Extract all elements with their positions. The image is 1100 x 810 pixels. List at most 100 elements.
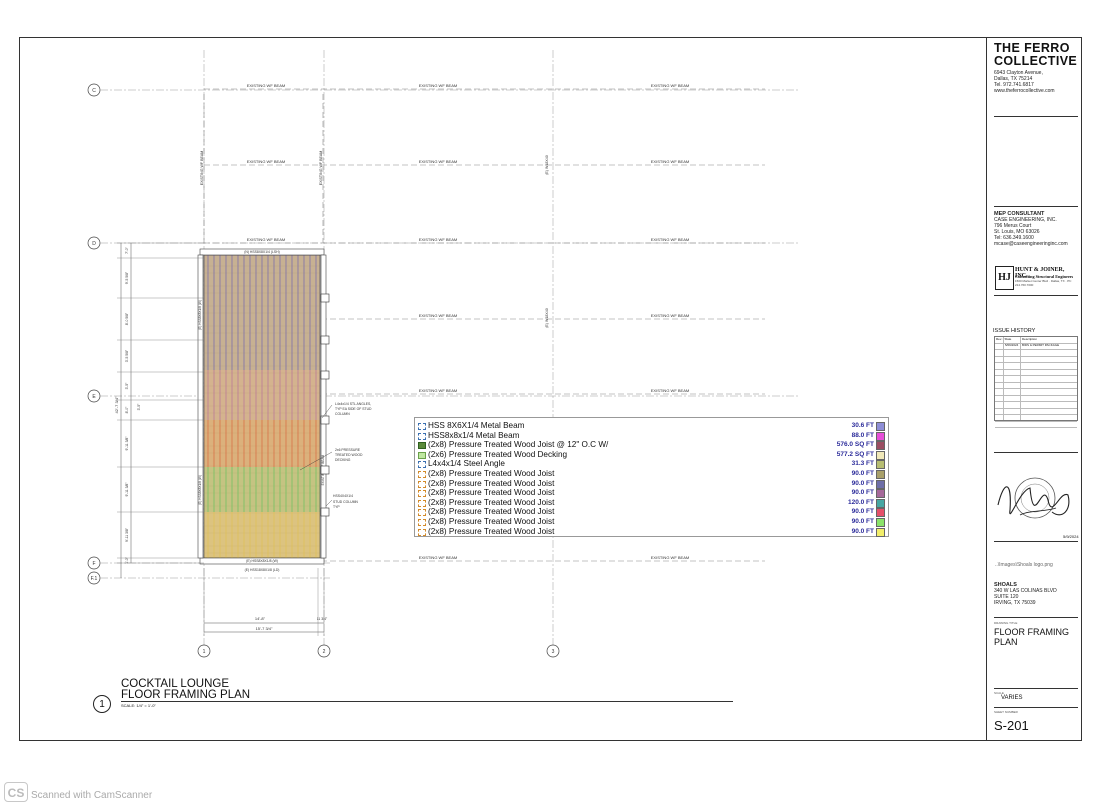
divider bbox=[994, 541, 1078, 542]
legend-label: (2x8) Pressure Treated Wood Joist @ 12" … bbox=[428, 440, 609, 450]
plan-number-bubble: 1 bbox=[93, 695, 111, 713]
callout-decking: DECKING bbox=[335, 458, 351, 462]
beam-label: (E) HSS8X8X1/8 (W) bbox=[198, 300, 202, 330]
angle-icon bbox=[418, 461, 426, 469]
grid-col-label: 2 bbox=[323, 649, 326, 655]
existing-beam-label: EXISTING WF BEAM bbox=[419, 555, 457, 560]
legend-value: 90.0 FT bbox=[851, 470, 874, 477]
scale-value: VARIES bbox=[1001, 695, 1023, 701]
divider bbox=[994, 617, 1078, 618]
legend-swatch bbox=[876, 441, 885, 451]
legend-value: 577.2 SQ FT bbox=[836, 450, 874, 458]
legend-label: (2x8) Pressure Treated Wood Joist bbox=[428, 526, 555, 536]
existing-beam-label: EXISTING WF BEAM bbox=[319, 151, 323, 186]
dimension-text: 3'-5" bbox=[137, 403, 141, 411]
issue-desc: BIDS & PERMIT PACKAGE bbox=[1022, 343, 1060, 347]
plan-title-underline bbox=[121, 701, 733, 702]
existing-beam-label: EXISTING WF BEAM bbox=[200, 151, 204, 186]
grid-col-label: 3 bbox=[552, 649, 555, 655]
legend-swatch bbox=[876, 518, 885, 527]
firm-address: 6943 Clayton Avenue, Dallas, TX 75214 Te… bbox=[994, 70, 1055, 94]
callout-angles: L4x4x1/4 STL ANGLES, bbox=[335, 402, 371, 406]
existing-beam-label: EXISTING WF BEAM bbox=[419, 388, 457, 393]
dimension-text: 9'-5 5/8" bbox=[125, 271, 129, 284]
sheet-number-label: SHEET NUMBER bbox=[994, 710, 1018, 714]
joist-icon bbox=[418, 480, 426, 488]
issue-col-divider bbox=[1003, 337, 1004, 420]
stud-column bbox=[320, 370, 330, 380]
divider bbox=[994, 707, 1078, 708]
dimension-flange: 11 3/4" bbox=[317, 617, 328, 621]
legend-label: HSS 8X6X1/4 Metal Beam bbox=[428, 421, 525, 430]
divider bbox=[994, 116, 1078, 117]
callout-angles: TYP EA SIDE OF STUD bbox=[335, 407, 372, 411]
camscanner-logo-icon: CS bbox=[4, 782, 28, 802]
beam-label: (E) HSS8X8X1/8 (W) bbox=[198, 475, 202, 505]
drawing-title-label: DRAWING TITLE bbox=[994, 621, 1018, 625]
legend-label: (2x8) Pressure Treated Wood Joist bbox=[428, 488, 555, 498]
legend-value: 30.6 FT bbox=[851, 422, 874, 429]
legend-value: 88.0 FT bbox=[851, 431, 874, 439]
firm-name-line2: COLLECTIVE bbox=[994, 54, 1078, 68]
callout-stud: STUD COLUMN bbox=[333, 500, 358, 504]
legend-value: 90.0 FT bbox=[851, 489, 874, 497]
leader-line bbox=[325, 499, 333, 507]
existing-beam-label: EXISTING WF BEAM bbox=[651, 388, 689, 393]
grid-col-label: 1 bbox=[203, 649, 206, 655]
dimension-text: 8'-0 5/8" bbox=[125, 312, 129, 325]
plan-title: COCKTAIL LOUNGE FLOOR FRAMING PLAN bbox=[121, 678, 251, 701]
joist-icon bbox=[418, 528, 426, 536]
legend-label: L4x4x1/4 Steel Angle bbox=[428, 459, 505, 469]
callout-decking: 2x6 PRESSURE bbox=[335, 448, 361, 452]
material-legend: HSS 8X6X1/4 Metal Beam 30.6 FT HSS8x8x1/4 … bbox=[414, 417, 889, 537]
issue-row bbox=[995, 422, 1077, 428]
dimension-text: 9'-11 3/8" bbox=[125, 527, 129, 542]
existing-beam-label: EXISTING WF BEAM bbox=[651, 237, 689, 242]
legend-value: 90.0 FT bbox=[851, 479, 874, 487]
dimension-text: 3'-5" bbox=[125, 382, 129, 390]
existing-beam-label: EXISTING WF BEAM bbox=[651, 83, 689, 88]
callout-decking: TREATED WOOD bbox=[335, 453, 363, 457]
dimension-text: 3'-5 5/8" bbox=[125, 349, 129, 362]
issue-date: 5/09/2024 bbox=[1005, 343, 1019, 347]
drawing-title: FLOOR FRAMING PLAN bbox=[994, 627, 1069, 647]
callout-angles: COLUMN bbox=[335, 412, 350, 416]
mep-email: mcase@caseengineeringinc.com bbox=[994, 241, 1068, 247]
beam-label: (E) HSS8X8X1/8 (W) bbox=[246, 559, 278, 563]
legend-label: (2x8) Pressure Treated Wood Joist bbox=[428, 469, 555, 478]
legend-swatch bbox=[876, 489, 885, 499]
firm-name: THE FERRO COLLECTIVE bbox=[994, 42, 1077, 68]
joist-icon bbox=[418, 509, 426, 517]
dimension-width: 14'-8" bbox=[255, 616, 266, 621]
legend-label: (2x6) Pressure Treated Wood Decking bbox=[428, 449, 568, 459]
existing-beam-label: EXISTING WF BEAM bbox=[419, 83, 457, 88]
legend-row: (2x8) Pressure Treated Wood Joist 90.0 FT bbox=[415, 526, 888, 537]
beam-icon bbox=[418, 423, 426, 430]
legend-value: 120.0 FT bbox=[847, 498, 874, 506]
existing-beam-label: EXISTING WF BEAM bbox=[419, 237, 457, 242]
existing-beam-label: EXISTING WF BEAM bbox=[419, 313, 457, 318]
mep-consultant: MEP CONSULTANT CASE ENGINEERING, INC. 79… bbox=[994, 211, 1068, 247]
legend-swatch bbox=[876, 431, 885, 441]
issue-history-table: Rev. # Date Description 5/09/2024 BIDS &… bbox=[994, 336, 1078, 428]
dimension-text: 9'-11 3/8" bbox=[125, 436, 129, 451]
stud-column bbox=[320, 293, 330, 303]
plan-title-line2: FLOOR FRAMING PLAN bbox=[121, 689, 251, 701]
dimension-text: 1'-0" bbox=[125, 556, 129, 564]
dimension-text: 8'-0" bbox=[125, 406, 129, 414]
firm-website: www.theferrocollective.com bbox=[994, 88, 1055, 94]
existing-beam-label: EXISTING WF BEAM bbox=[651, 313, 689, 318]
joist-area-icon bbox=[418, 442, 426, 450]
grid-lines: CDEFF.11 2 3 bbox=[87, 50, 800, 658]
issue-history-title: ISSUE HISTORY bbox=[993, 328, 1036, 334]
grid-row-label: C bbox=[92, 88, 96, 94]
scanner-watermark: Scanned with CamScanner bbox=[31, 790, 153, 801]
beam-label: (N) HSS8X8X1/4 (LSH) bbox=[244, 250, 279, 254]
client-info: SHOALS 340 W LAS COLINAS BLVD SUITE 120 … bbox=[994, 582, 1057, 606]
divider bbox=[994, 688, 1078, 689]
column-label: (E) W18X40 bbox=[545, 308, 549, 328]
existing-beam-label: EXISTING WF BEAM bbox=[651, 555, 689, 560]
dimension-text: 7'-0" bbox=[125, 246, 129, 254]
beam-label: (E) HSS18X8X1/8 (LD) bbox=[245, 568, 280, 572]
plan-scale: SCALE: 1/4" = 1'-0" bbox=[121, 703, 156, 708]
